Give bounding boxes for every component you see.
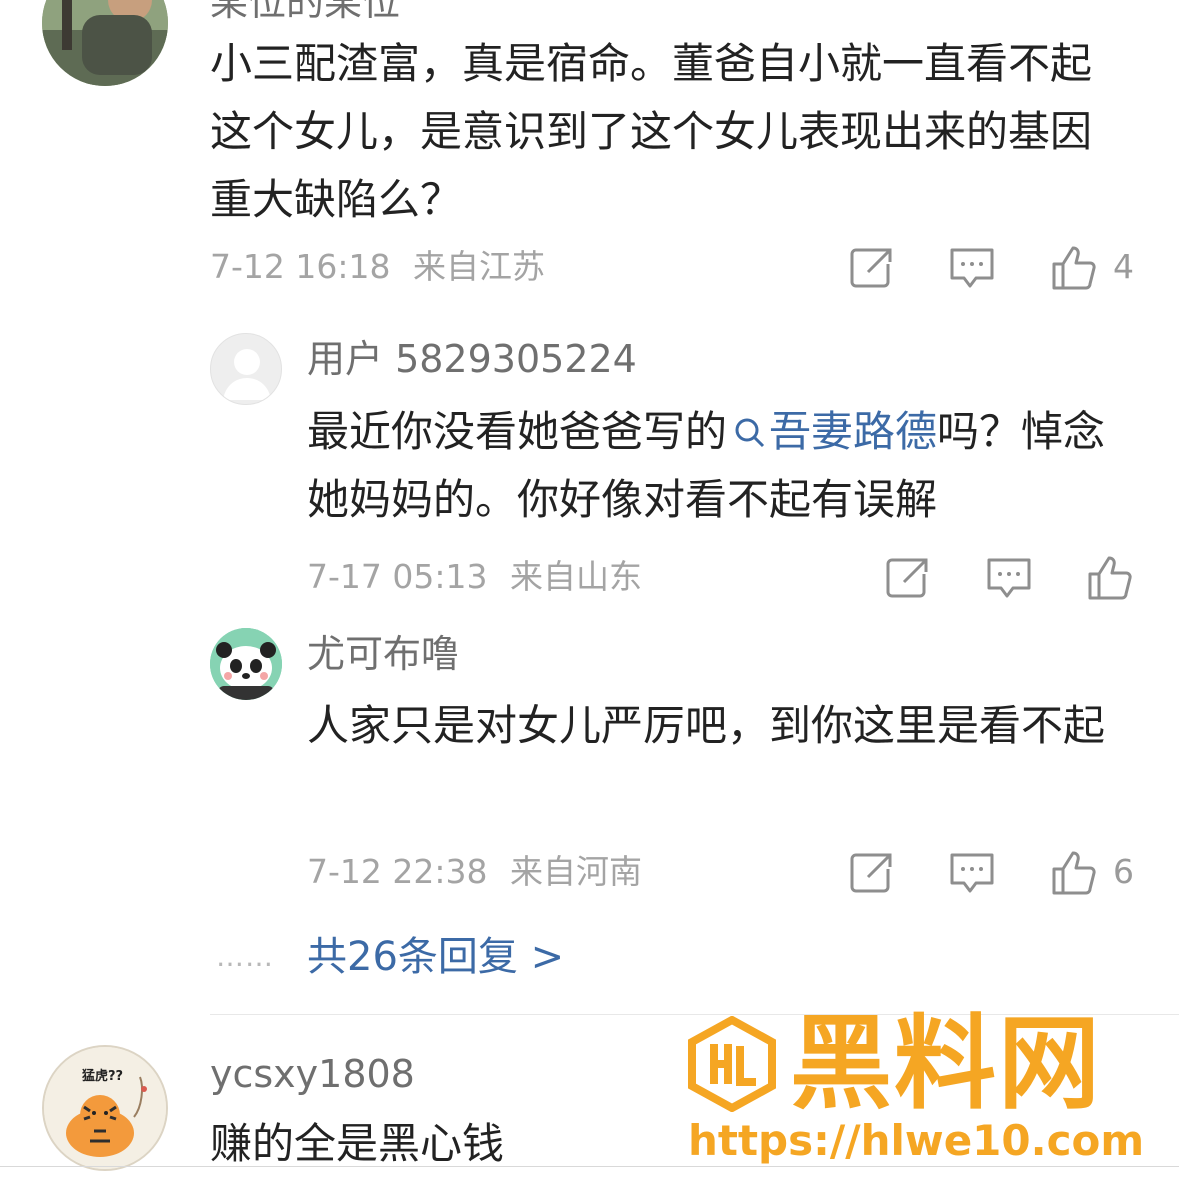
comment-icon[interactable]	[946, 847, 998, 899]
comment-icon[interactable]	[983, 552, 1035, 604]
repost-icon[interactable]	[846, 242, 898, 294]
like-icon[interactable]	[1048, 847, 1100, 899]
reply-text: 最近你没看她爸爸写的 吾妻路德吗？悼念她妈妈的。你好像对看不起有误解	[307, 398, 1137, 534]
comment-location: 来自江苏	[413, 247, 545, 286]
reply-time: 7-12 22:38	[307, 852, 488, 891]
panda-avatar	[210, 628, 282, 700]
comment-meta: 7-12 16:18 来自江苏	[210, 247, 545, 287]
comment-text: 小三配渣富，真是宿命。董爸自小就一直看不起这个女儿，是意识到了这个女儿表现出来的…	[210, 39, 1093, 224]
comment-time: 7-12 16:18	[210, 247, 391, 286]
default-avatar-icon	[223, 349, 271, 400]
reply-time: 7-17 05:13	[307, 557, 488, 596]
topic-link[interactable]: 吾妻路德	[727, 407, 937, 456]
like-icon[interactable]	[1084, 552, 1136, 604]
watermark-title: 黑料网	[790, 1005, 1102, 1124]
page-bottom-edge	[0, 1166, 1179, 1167]
reply-author[interactable]: 用户 5829305224	[307, 335, 637, 383]
reply-location: 来自河南	[510, 852, 642, 891]
reply-text: 人家只是对女儿严厉吧，到你这里是看不起	[307, 701, 1106, 750]
comment-author[interactable]: ycsxy1808	[210, 1050, 415, 1098]
reply-location: 来自山东	[510, 557, 642, 596]
topic-link-text: 吾妻路德	[769, 407, 938, 456]
avatar[interactable]	[210, 628, 282, 700]
avatar-caption: 猛虎??	[82, 1069, 124, 1084]
more-replies-dots: ……	[216, 940, 274, 973]
search-icon	[735, 418, 765, 448]
view-all-replies-link[interactable]: 共26条回复 >	[307, 932, 564, 982]
comment-author[interactable]: 某位的某位	[210, 0, 400, 26]
reply-meta: 7-12 22:38 来自河南	[307, 852, 642, 892]
reply-meta: 7-17 05:13 来自山东	[307, 557, 642, 597]
avatar[interactable]	[210, 333, 282, 405]
repost-icon[interactable]	[846, 847, 898, 899]
reply-text-before: 最近你没看她爸爸写的	[307, 407, 728, 456]
avatar-photo	[42, 0, 168, 86]
avatar[interactable]	[42, 0, 168, 86]
repost-icon[interactable]	[882, 552, 934, 604]
like-count: 6	[1113, 852, 1134, 891]
like-count: 4	[1113, 247, 1134, 286]
watermark-logo-icon	[688, 1016, 776, 1112]
avatar[interactable]: 猛虎??	[42, 1045, 168, 1171]
comment-icon[interactable]	[946, 242, 998, 294]
reply-author[interactable]: 尤可布噜	[307, 630, 459, 678]
watermark-url: https://hlwe10.com	[688, 1116, 1145, 1165]
like-icon[interactable]	[1048, 242, 1100, 294]
